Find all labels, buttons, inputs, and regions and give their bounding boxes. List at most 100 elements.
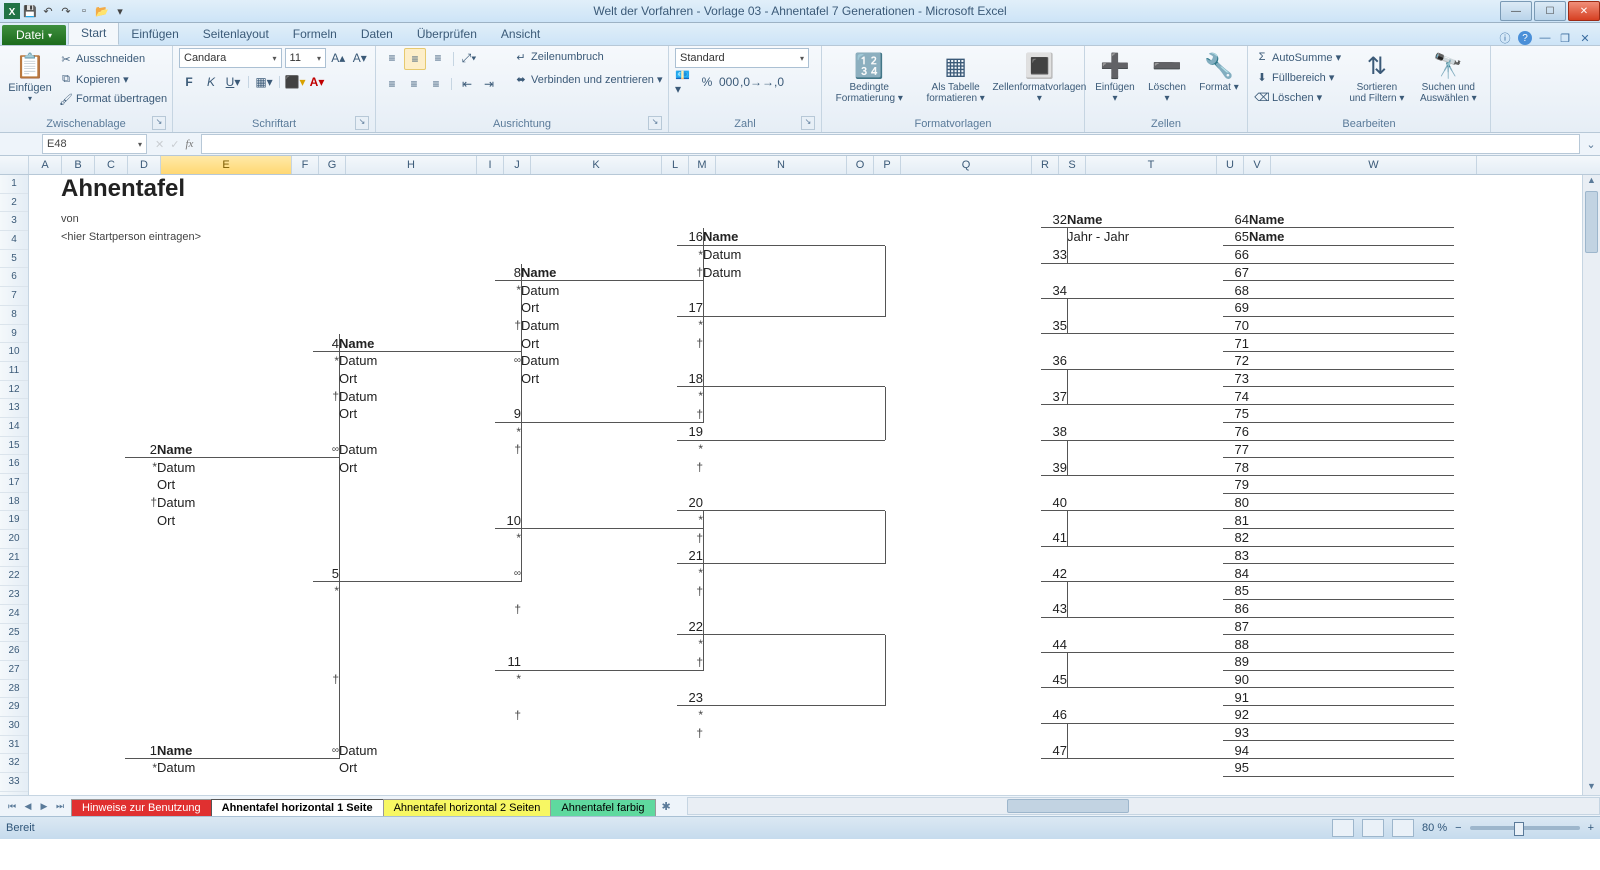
row-header-19[interactable]: 19 <box>0 511 28 530</box>
cell-K6[interactable]: Name <box>521 264 651 282</box>
cell-B3[interactable]: von <box>61 210 93 228</box>
currency-icon[interactable]: 💶▾ <box>675 72 695 92</box>
cell-J25[interactable]: † <box>495 600 524 618</box>
sheet-first-icon[interactable]: ⏮ <box>4 801 20 812</box>
expand-formula-icon[interactable]: ⌄ <box>1582 138 1600 151</box>
qat-more-icon[interactable]: ▾ <box>112 3 128 19</box>
wrap-text-button[interactable]: ↵Zeilenumbruch <box>513 48 663 66</box>
sheet-tab-3[interactable]: Ahnentafel farbig <box>550 799 655 816</box>
cell-G16[interactable]: ∞ <box>313 441 342 459</box>
number-dialog-icon[interactable]: ↘ <box>801 116 815 130</box>
select-all-corner[interactable] <box>0 156 29 174</box>
help-icon[interactable]: ? <box>1518 31 1532 45</box>
cell-J23[interactable]: ∞ <box>495 564 524 582</box>
tab-data[interactable]: Daten <box>349 23 405 45</box>
formula-input[interactable] <box>201 134 1580 154</box>
cells-area[interactable]: Ahnentafelvon<hier Startperson eintragen… <box>29 175 1600 796</box>
cell-M10[interactable]: † <box>677 334 706 352</box>
fx-icon[interactable]: fx <box>185 138 193 150</box>
cell-H14[interactable]: Ort <box>339 405 469 423</box>
cell-S33[interactable]: 47 <box>1041 741 1070 759</box>
close-button[interactable]: ✕ <box>1568 1 1600 21</box>
cell-W3[interactable]: Name <box>1249 210 1454 228</box>
cell-W4[interactable]: Name <box>1249 228 1454 246</box>
cell-H34[interactable]: Ort <box>339 759 469 777</box>
align-middle-icon[interactable]: ≡ <box>404 48 426 70</box>
cell-H11[interactable]: Datum <box>339 352 469 370</box>
cell-V19[interactable]: 80 <box>1223 494 1252 512</box>
cell-M22[interactable]: 21 <box>677 547 706 565</box>
row-header-31[interactable]: 31 <box>0 736 28 755</box>
cell-V9[interactable]: 70 <box>1223 317 1252 335</box>
cell-M23[interactable]: * <box>677 564 706 582</box>
row-header-30[interactable]: 30 <box>0 717 28 736</box>
file-tab[interactable]: Datei <box>2 25 66 45</box>
col-header-S[interactable]: S <box>1059 156 1086 174</box>
cell-G13[interactable]: † <box>313 387 342 405</box>
cell-S15[interactable]: 38 <box>1041 423 1070 441</box>
cell-S23[interactable]: 42 <box>1041 564 1070 582</box>
cell-K8[interactable]: Ort <box>521 299 651 317</box>
inc-decimal-icon[interactable]: ,0→ <box>741 72 761 92</box>
cell-V14[interactable]: 75 <box>1223 405 1252 423</box>
row-header-16[interactable]: 16 <box>0 455 28 474</box>
vertical-scrollbar[interactable]: ▲ ▼ <box>1582 175 1600 796</box>
cell-V8[interactable]: 69 <box>1223 299 1252 317</box>
cell-V6[interactable]: 67 <box>1223 264 1252 282</box>
row-header-17[interactable]: 17 <box>0 474 28 493</box>
row-header-18[interactable]: 18 <box>0 493 28 512</box>
autosum-button[interactable]: ΣAutoSumme ▾ <box>1254 48 1341 66</box>
open-icon[interactable]: 📂 <box>94 3 110 19</box>
cell-V25[interactable]: 86 <box>1223 600 1252 618</box>
col-header-P[interactable]: P <box>874 156 901 174</box>
cell-J21[interactable]: * <box>495 529 524 547</box>
cancel-formula-icon[interactable]: ✕ <box>155 138 164 151</box>
cell-M30[interactable]: 23 <box>677 688 706 706</box>
fill-button[interactable]: ⬇Füllbereich ▾ <box>1254 68 1341 86</box>
orientation-icon[interactable]: ⤢▾ <box>459 48 479 68</box>
workbook-minimize-icon[interactable]: ― <box>1538 31 1552 45</box>
cell-D17[interactable]: * <box>125 458 160 476</box>
cell-M24[interactable]: † <box>677 582 706 600</box>
cell-G33[interactable]: ∞ <box>313 741 342 759</box>
cell-M5[interactable]: * <box>677 246 706 264</box>
cell-V18[interactable]: 79 <box>1223 476 1252 494</box>
col-header-R[interactable]: R <box>1032 156 1059 174</box>
col-header-Q[interactable]: Q <box>901 156 1032 174</box>
number-format-combo[interactable]: Standard▾ <box>675 48 809 68</box>
view-normal-icon[interactable] <box>1332 819 1354 837</box>
cell-V3[interactable]: 64 <box>1223 210 1252 228</box>
thousands-icon[interactable]: 000 <box>719 72 739 92</box>
row-header-25[interactable]: 25 <box>0 624 28 643</box>
cell-M9[interactable]: * <box>677 317 706 335</box>
font-color-button[interactable]: A▾ <box>307 72 327 92</box>
cell-H10[interactable]: Name <box>339 334 469 352</box>
enter-formula-icon[interactable]: ✓ <box>170 138 179 151</box>
cell-S25[interactable]: 43 <box>1041 600 1070 618</box>
align-right-icon[interactable]: ≡ <box>426 74 446 94</box>
cell-G24[interactable]: * <box>313 582 342 600</box>
cell-G11[interactable]: * <box>313 352 342 370</box>
sort-filter-button[interactable]: ⇅Sortieren und Filtern ▾ <box>1345 48 1409 106</box>
cell-J14[interactable]: 9 <box>495 405 524 423</box>
row-header-21[interactable]: 21 <box>0 549 28 568</box>
cell-J7[interactable]: * <box>495 281 524 299</box>
cell-E34[interactable]: Datum <box>157 759 287 777</box>
cell-V13[interactable]: 74 <box>1223 387 1252 405</box>
row-header-24[interactable]: 24 <box>0 605 28 624</box>
cell-S21[interactable]: 41 <box>1041 529 1070 547</box>
view-pagelayout-icon[interactable] <box>1362 819 1384 837</box>
workbook-close-icon[interactable]: ✕ <box>1578 31 1592 45</box>
col-header-L[interactable]: L <box>662 156 689 174</box>
zoom-level[interactable]: 80 % <box>1422 822 1447 834</box>
clipboard-dialog-icon[interactable]: ↘ <box>152 116 166 130</box>
cell-J20[interactable]: 10 <box>495 511 524 529</box>
merge-center-button[interactable]: ⬌Verbinden und zentrieren ▾ <box>513 70 663 88</box>
undo-icon[interactable]: ↶ <box>40 3 56 19</box>
cell-J15[interactable]: * <box>495 423 524 441</box>
font-dialog-icon[interactable]: ↘ <box>355 116 369 130</box>
cell-N4[interactable]: Name <box>703 228 833 246</box>
col-header-F[interactable]: F <box>292 156 319 174</box>
scroll-thumb[interactable] <box>1585 191 1598 253</box>
cell-E20[interactable]: Ort <box>157 511 287 529</box>
